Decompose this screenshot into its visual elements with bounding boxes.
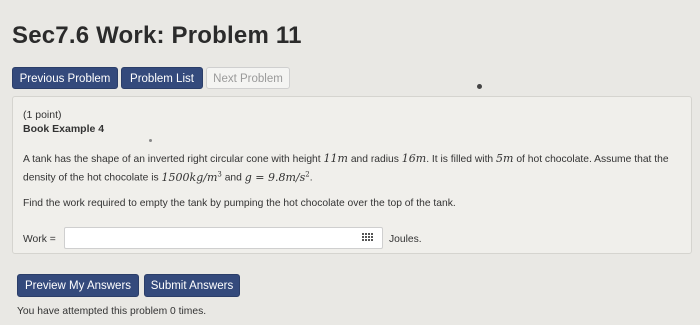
submit-answers-button[interactable]: Submit Answers xyxy=(144,274,240,297)
depth-value: 5m xyxy=(496,152,514,165)
attempts-status: You have attempted this problem 0 times. xyxy=(17,306,207,317)
problem-panel: (1 point) Book Example 4 A tank has the … xyxy=(12,96,692,254)
height-value: 11m xyxy=(323,152,348,165)
radius-value: 16m xyxy=(401,152,427,165)
previous-problem-button[interactable]: Previous Problem xyxy=(12,67,118,89)
problem-question: Find the work required to empty the tank… xyxy=(23,198,456,209)
problem-statement: A tank has the shape of an inverted righ… xyxy=(23,152,683,186)
problem-text-5: and xyxy=(221,172,245,184)
work-answer-input[interactable] xyxy=(64,227,383,249)
dot-marker xyxy=(477,84,482,89)
problem-text-2: and radius xyxy=(347,154,402,165)
preview-answers-button[interactable]: Preview My Answers xyxy=(17,274,139,297)
gravity-value: g = 9.8m/s2 xyxy=(244,170,310,184)
next-problem-button[interactable]: Next Problem xyxy=(206,67,290,89)
page-title: Sec7.6 Work: Problem 11 xyxy=(12,22,302,49)
points-label: (1 point) xyxy=(23,109,62,121)
problem-text-6: . xyxy=(309,172,313,184)
work-label: Work = xyxy=(23,234,56,245)
density-base: 1500kg/m xyxy=(161,170,218,184)
problem-list-button[interactable]: Problem List xyxy=(121,67,203,89)
problem-text-1: A tank has the shape of an inverted righ… xyxy=(23,154,324,165)
problem-source: Book Example 4 xyxy=(23,123,105,135)
equation-editor-icon[interactable] xyxy=(362,233,374,243)
gravity-base: g = 9.8m/s xyxy=(244,170,306,184)
density-value: 1500kg/m3 xyxy=(161,170,222,184)
problem-text-3: . It is filled with xyxy=(426,154,497,165)
speck xyxy=(149,139,152,142)
units-label: Joules. xyxy=(389,234,422,245)
